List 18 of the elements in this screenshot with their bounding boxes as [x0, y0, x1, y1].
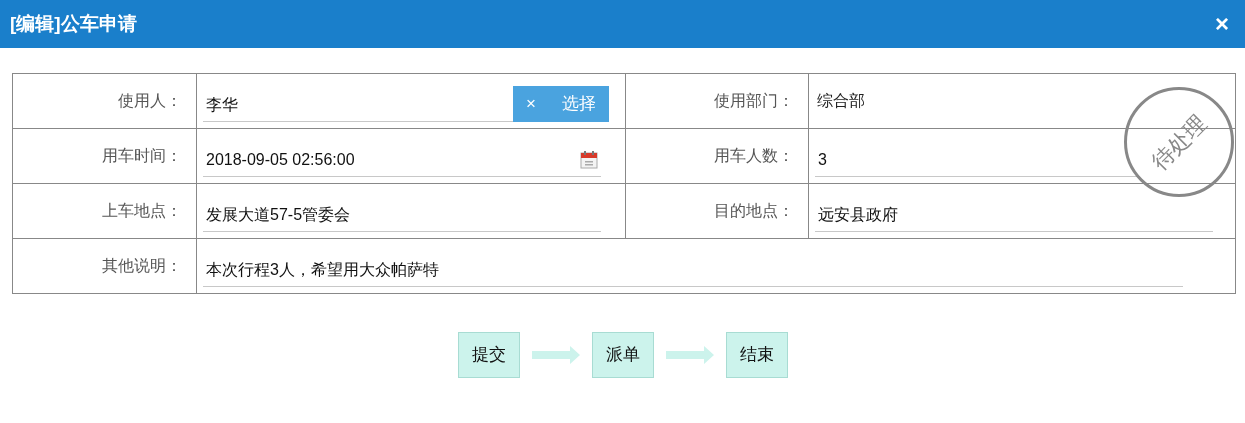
field-value: 综合部: [816, 92, 865, 109]
calendar-icon[interactable]: [580, 150, 598, 169]
close-button[interactable]: ×: [1209, 12, 1235, 36]
field-label: 目的地点：: [714, 202, 794, 219]
arrow-icon: [531, 346, 580, 364]
field-label: 使用部门：: [714, 92, 794, 109]
dialog-title: [编辑]公车申请: [10, 11, 137, 36]
field-label: 用车人数：: [714, 147, 794, 164]
input-field[interactable]: 3: [815, 143, 1140, 177]
input-field[interactable]: 李华: [203, 88, 513, 122]
field-label: 其他说明：: [102, 257, 182, 274]
field-label: 上车地点：: [102, 202, 182, 219]
step-button[interactable]: 派单: [591, 332, 654, 378]
field-label: 使用人：: [118, 92, 182, 109]
field-label: 用车时间：: [102, 147, 182, 164]
step-button[interactable]: 结束: [725, 332, 788, 378]
arrow-icon: [665, 346, 714, 364]
step-button[interactable]: 提交: [457, 332, 520, 378]
